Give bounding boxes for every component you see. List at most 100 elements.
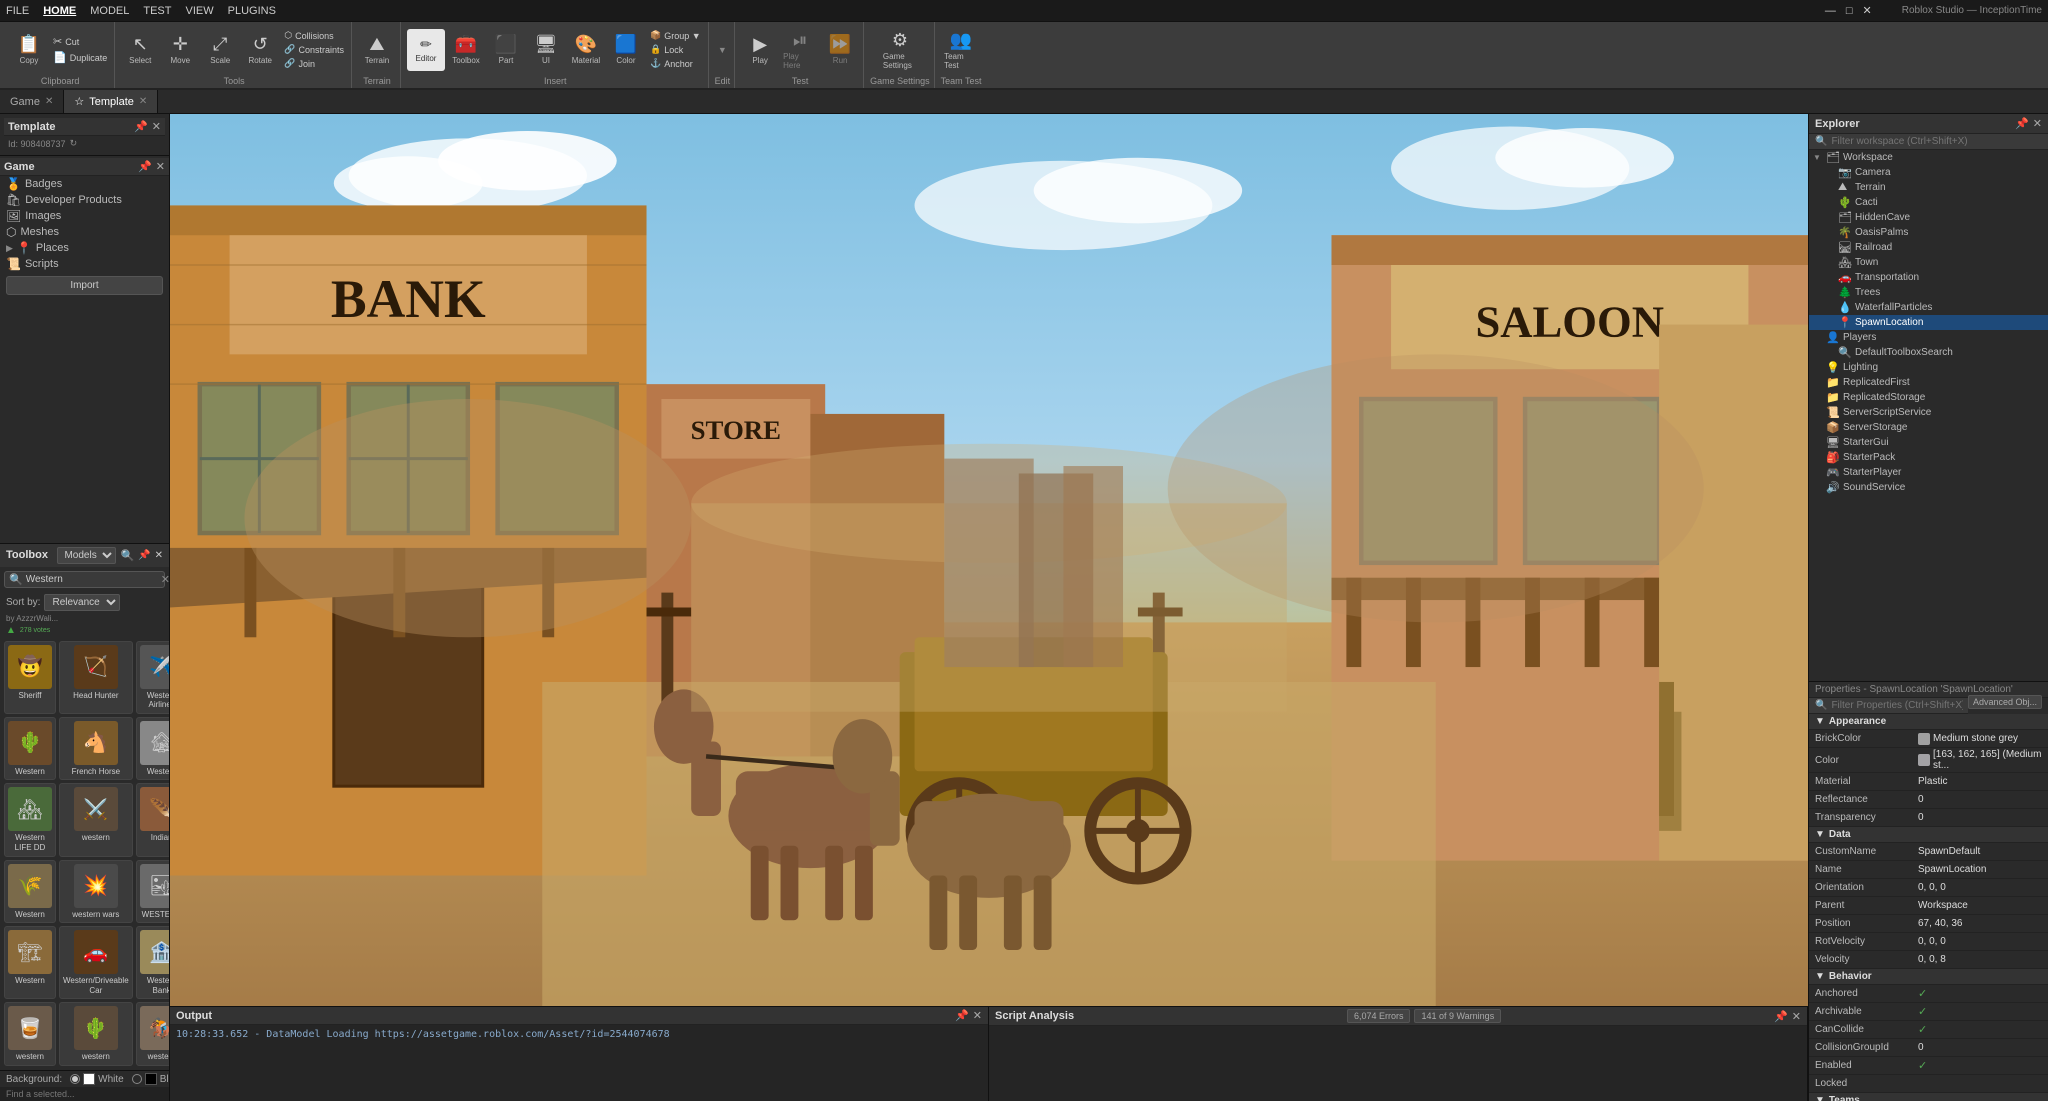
viewport[interactable]: BANK SALOON xyxy=(170,114,1808,1101)
prop-value[interactable]: Plastic xyxy=(1914,776,2048,787)
explorer-item-hiddencave[interactable]: 🗂 HiddenCave xyxy=(1809,210,2048,225)
explorer-item-town[interactable]: 🏘 Town xyxy=(1809,255,2048,270)
prop-value[interactable]: ✓ xyxy=(1914,987,2048,1000)
lock-button[interactable]: 🔒Lock xyxy=(647,43,704,56)
bg-black-radio[interactable] xyxy=(132,1074,142,1084)
sort-select[interactable]: Relevance Rating Newest xyxy=(44,594,120,611)
team-test-button[interactable]: 👥 Team Test xyxy=(942,29,980,71)
model-item[interactable]: 💥 western wars xyxy=(59,860,133,924)
explorer-item-startergui[interactable]: 🖥 StarterGui xyxy=(1809,435,2048,450)
tree-images[interactable]: 🖼 Images xyxy=(0,208,169,224)
explorer-item-players[interactable]: 👤 Players xyxy=(1809,330,2048,345)
appearance-section[interactable]: ▼ Appearance xyxy=(1809,714,2048,730)
menu-view[interactable]: VIEW xyxy=(185,5,213,17)
script-close[interactable]: ✕ xyxy=(1792,1010,1801,1023)
explorer-item-railroad[interactable]: 🛤 Railroad xyxy=(1809,240,2048,255)
material-button[interactable]: 🎨 Material xyxy=(567,29,605,71)
toolbox-pin[interactable]: 📌 xyxy=(138,550,150,561)
prop-value[interactable]: 0 xyxy=(1914,1042,2048,1053)
model-item[interactable]: 🏇 western xyxy=(136,1002,169,1066)
model-item[interactable]: 🐴 French Horse xyxy=(59,717,133,781)
template-close[interactable]: ✕ xyxy=(152,120,161,133)
prop-value[interactable]: SpawnDefault xyxy=(1914,846,2048,857)
terrain-button[interactable]: ⛰ Terrain xyxy=(358,29,396,71)
prop-value[interactable]: ✓ xyxy=(1914,1059,2048,1072)
explorer-item-lighting[interactable]: 💡 Lighting xyxy=(1809,360,2048,375)
explorer-close[interactable]: ✕ xyxy=(2033,117,2042,130)
explorer-item-waterfallparticles[interactable]: 💧 WaterfallParticles xyxy=(1809,300,2048,315)
play-button[interactable]: ▶ Play xyxy=(741,29,779,71)
constraints-button[interactable]: 🔗Constraints xyxy=(281,43,347,56)
import-button[interactable]: Import xyxy=(6,276,163,295)
search-clear-icon[interactable]: ✕ xyxy=(161,573,170,586)
tree-scripts[interactable]: 📜 Scripts xyxy=(0,256,169,272)
prop-value[interactable]: [163, 162, 165] (Medium st... xyxy=(1914,749,2048,771)
toolbox-search-input[interactable] xyxy=(26,574,158,585)
props-search-input[interactable] xyxy=(1831,700,1963,711)
toolbox-button[interactable]: 🧰 Toolbox xyxy=(447,29,485,71)
explorer-item-cacti[interactable]: 🌵 Cacti xyxy=(1809,195,2048,210)
prop-value[interactable]: 0, 0, 0 xyxy=(1914,882,2048,893)
toolbox-close[interactable]: ✕ xyxy=(155,550,163,561)
explorer-item-starterpack[interactable]: 🎒 StarterPack xyxy=(1809,450,2048,465)
model-item[interactable]: 🌵 western xyxy=(59,1002,133,1066)
prop-value[interactable]: SpawnLocation xyxy=(1914,864,2048,875)
play-here-button[interactable]: ⏯ Play Here xyxy=(781,29,819,71)
explorer-item-oasispalms[interactable]: 🌴 OasisPalms xyxy=(1809,225,2048,240)
model-item[interactable]: 🥃 western xyxy=(4,1002,56,1066)
explorer-item-defaulttoolboxsearch[interactable]: 🔍 DefaultToolboxSearch xyxy=(1809,345,2048,360)
prop-value[interactable]: 67, 40, 36 xyxy=(1914,918,2048,929)
menu-file[interactable]: FILE xyxy=(6,5,29,17)
teams-section[interactable]: ▼ Teams xyxy=(1809,1093,2048,1101)
window-maximize[interactable]: □ xyxy=(1846,5,1853,17)
menu-test[interactable]: TEST xyxy=(143,5,171,17)
window-minimize[interactable]: — xyxy=(1825,5,1836,17)
game-close[interactable]: ✕ xyxy=(156,160,165,173)
model-item[interactable]: ⚔️ western xyxy=(59,783,133,856)
menu-plugins[interactable]: PLUGINS xyxy=(228,5,276,17)
prop-value[interactable]: 0, 0, 0 xyxy=(1914,936,2048,947)
explorer-item-replicatedfirst[interactable]: 📁 ReplicatedFirst xyxy=(1809,375,2048,390)
explorer-item-workspace[interactable]: ▼ 🗂 Workspace xyxy=(1809,150,2048,165)
move-button[interactable]: ✛ Move xyxy=(161,29,199,71)
run-button[interactable]: ⏩ Run xyxy=(821,29,859,71)
explorer-item-starterplayer[interactable]: 🎮 StarterPlayer xyxy=(1809,465,2048,480)
scale-button[interactable]: ⤢ Scale xyxy=(201,29,239,71)
model-item[interactable]: 🏦 Western Bank xyxy=(136,926,169,999)
model-item[interactable]: ✈️ Western Airlines xyxy=(136,641,169,714)
prop-value[interactable]: ✓ xyxy=(1914,1005,2048,1018)
color-button[interactable]: 🟦 Color xyxy=(607,29,645,71)
explorer-item-serverstorage[interactable]: 📦 ServerStorage xyxy=(1809,420,2048,435)
tab-game[interactable]: Game ✕ xyxy=(0,90,64,113)
tab-game-close[interactable]: ✕ xyxy=(45,96,53,107)
window-close[interactable]: ✕ xyxy=(1863,4,1872,17)
rotate-button[interactable]: ↺ Rotate xyxy=(241,29,279,71)
prop-value[interactable]: 0 xyxy=(1914,794,2048,805)
ui-button[interactable]: 🖥 UI xyxy=(527,29,565,71)
tree-badges[interactable]: 🏅 Badges xyxy=(0,176,169,192)
advanced-obj-button[interactable]: Advanced Obj... xyxy=(1968,695,2042,709)
prop-value[interactable]: Workspace xyxy=(1914,900,2048,911)
model-item[interactable]: 🌵 Western xyxy=(4,717,56,781)
explorer-item-transportation[interactable]: 🚗 Transportation xyxy=(1809,270,2048,285)
script-pin[interactable]: 📌 xyxy=(1774,1010,1788,1023)
explorer-item-spawnlocation[interactable]: 📍 SpawnLocation xyxy=(1809,315,2048,330)
tree-places[interactable]: ▶ 📍 Places xyxy=(0,240,169,256)
duplicate-button[interactable]: 📄Duplicate xyxy=(50,50,110,65)
toolbox-search-icon[interactable]: 🔍 xyxy=(120,549,134,562)
prop-value[interactable]: 0, 0, 8 xyxy=(1914,954,2048,965)
menu-model[interactable]: MODEL xyxy=(90,5,129,17)
behavior-section[interactable]: ▼ Behavior xyxy=(1809,969,2048,985)
model-item[interactable]: 🏚 Western xyxy=(136,717,169,781)
model-item[interactable]: 🪶 Indian xyxy=(136,783,169,856)
join-button[interactable]: 🔗Join xyxy=(281,57,347,70)
menu-home[interactable]: HOME xyxy=(43,5,76,17)
model-item[interactable]: 🤠 Sheriff xyxy=(4,641,56,714)
model-item[interactable]: 🏗 Western xyxy=(4,926,56,999)
model-item[interactable]: 🏘 Western LIFE DD xyxy=(4,783,56,856)
editor-button[interactable]: ✏ Editor xyxy=(407,29,445,71)
bg-black-option[interactable]: Black xyxy=(132,1073,170,1085)
refresh-icon[interactable]: ↻ xyxy=(70,138,78,149)
model-item[interactable]: 🌾 Western xyxy=(4,860,56,924)
data-section[interactable]: ▼ Data xyxy=(1809,827,2048,843)
